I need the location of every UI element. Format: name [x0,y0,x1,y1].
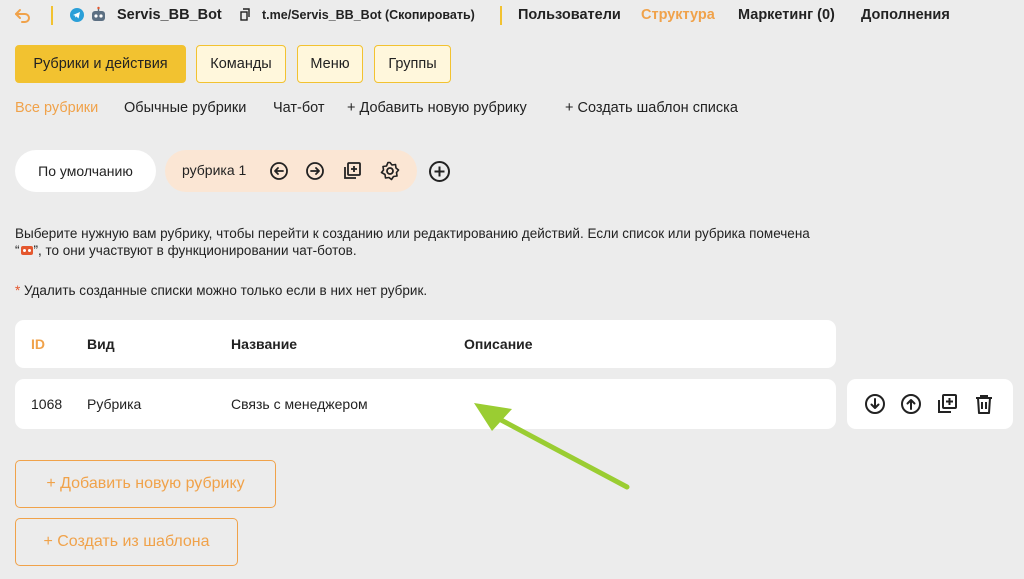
bot-avatar-icon [92,6,105,21]
arrow-right-circle-icon[interactable] [305,161,325,181]
delete-icon[interactable] [973,393,995,415]
tab-commands[interactable]: Команды [196,45,286,83]
nav-marketing[interactable]: Маркетинг (0) [738,7,835,23]
nav-structure[interactable]: Структура [641,7,715,23]
delete-note: * Удалить созданные списки можно только … [15,283,427,298]
duplicate-icon[interactable] [342,161,362,181]
tab-groups[interactable]: Группы [374,45,451,83]
table-row[interactable]: 1068 Рубрика Связь с менеджером [15,379,836,429]
info-text: Выберите нужную вам рубрику, чтобы перей… [15,225,975,259]
plus-circle-icon[interactable] [428,160,451,183]
column-header-description: Описание [464,336,533,352]
annotation-arrow-icon [474,403,630,490]
row-name[interactable]: Связь с менеджером [231,396,368,412]
separator [500,6,502,25]
table-header: ID Вид Название Описание [15,320,836,368]
create-list-template-link[interactable]: + Создать шаблон списка [565,100,738,116]
nav-addons[interactable]: Дополнения [861,7,950,23]
info-line-1: Выберите нужную вам рубрику, чтобы перей… [15,226,810,241]
bot-link-copy[interactable]: t.me/Servis_BB_Bot (Скопировать) [262,8,475,22]
list-rubric-label: рубрика 1 [182,162,247,178]
telegram-icon [70,8,84,22]
back-icon[interactable] [14,7,32,25]
filter-regular-rubrics[interactable]: Обычные рубрики [124,100,246,116]
column-header-id[interactable]: ID [31,336,45,352]
separator [51,6,53,25]
top-bar: Servis_BB_Bot t.me/Servis_BB_Bot (Скопир… [0,0,1024,32]
settings-gear-icon[interactable] [380,161,400,181]
list-rubric-pill[interactable]: рубрика 1 [165,150,417,192]
copy-link-icon[interactable] [240,8,251,21]
nav-users[interactable]: Пользователи [518,7,621,23]
duplicate-icon[interactable] [936,393,958,415]
list-default-pill[interactable]: По умолчанию [15,150,156,192]
row-id: 1068 [31,396,63,412]
robot-icon [20,246,33,255]
tab-menu[interactable]: Меню [297,45,363,83]
tab-rubrics-actions[interactable]: Рубрики и действия [15,45,186,83]
row-type: Рубрика [87,396,142,412]
add-new-rubric-button[interactable]: + Добавить новую рубрику [15,460,276,508]
create-from-template-button[interactable]: + Создать из шаблона [15,518,238,566]
arrow-left-circle-icon[interactable] [269,161,289,181]
move-up-icon[interactable] [900,393,922,415]
filter-chatbot[interactable]: Чат-бот [273,100,325,116]
bot-name: Servis_BB_Bot [117,7,222,23]
column-header-name: Название [231,336,298,352]
move-down-icon[interactable] [864,393,886,415]
column-header-type: Вид [87,336,115,352]
filter-all-rubrics[interactable]: Все рубрики [15,100,98,116]
note-text: Удалить созданные списки можно только ес… [20,283,428,298]
info-line-2: ”, то они участвуют в функционировании ч… [33,243,357,258]
add-rubric-link[interactable]: + Добавить новую рубрику [347,100,527,116]
row-actions [847,379,1013,429]
